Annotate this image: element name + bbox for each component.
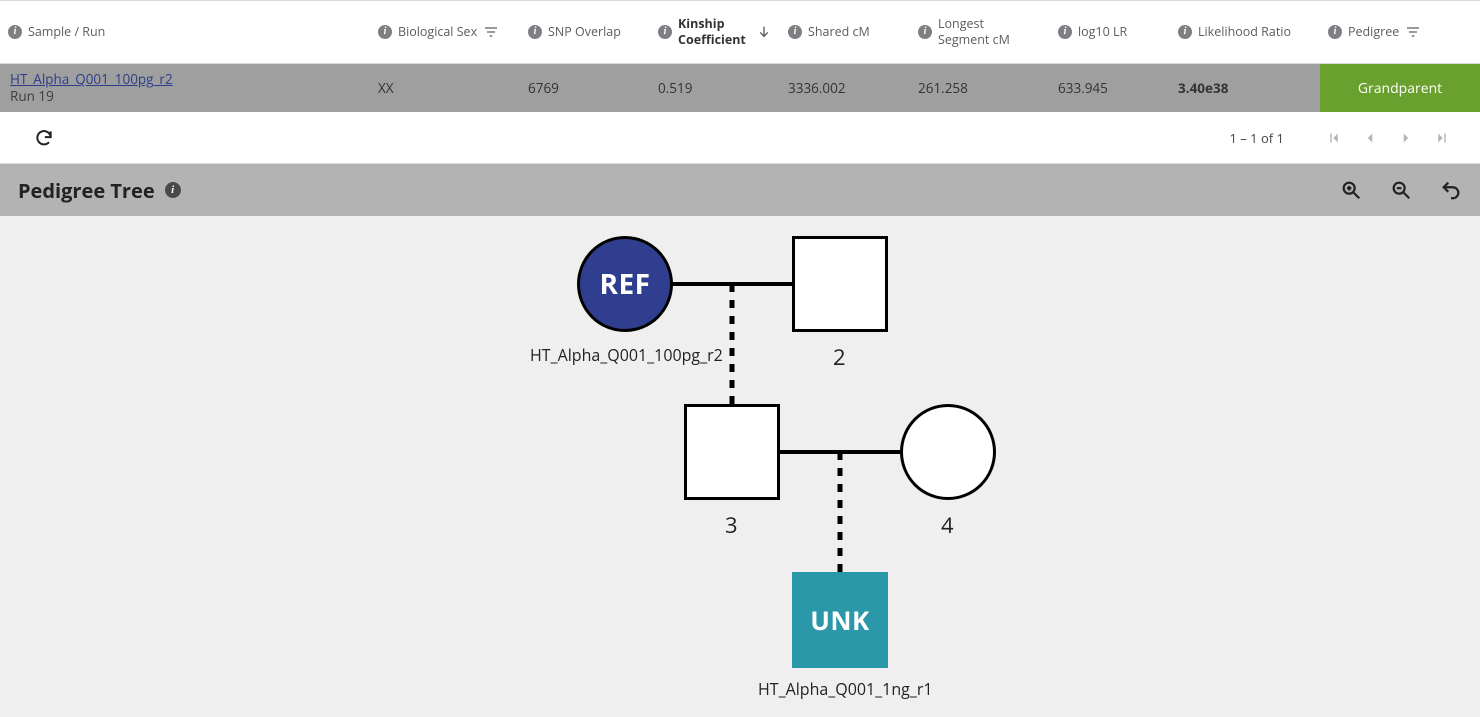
col-lr[interactable]: i Likelihood Ratio [1170, 24, 1320, 40]
node-ref-text: REF [599, 265, 650, 303]
cell-shared: 3336.002 [780, 79, 910, 97]
node-2[interactable] [792, 236, 888, 332]
page-next-icon[interactable] [1392, 124, 1420, 152]
info-icon: i [1178, 25, 1192, 39]
section-title: Pedigree Tree [18, 177, 155, 204]
col-label-sex: Biological Sex [398, 24, 477, 40]
undo-icon[interactable] [1440, 179, 1462, 201]
col-label-kinship: Kinship Coefficient [678, 16, 750, 47]
col-longest[interactable]: i Longest Segment cM [910, 16, 1050, 47]
page-prev-icon[interactable] [1356, 124, 1384, 152]
page-last-icon[interactable] [1428, 124, 1456, 152]
col-label-lr: Likelihood Ratio [1198, 24, 1291, 40]
node-3-label: 3 [725, 510, 738, 540]
col-kinship[interactable]: i Kinship Coefficient [650, 16, 780, 47]
col-sex[interactable]: i Biological Sex [370, 24, 520, 40]
zoom-out-icon[interactable] [1390, 179, 1412, 201]
col-shared[interactable]: i Shared cM [780, 24, 910, 40]
pedigree-section-header: Pedigree Tree i [0, 164, 1480, 216]
page-first-icon[interactable] [1320, 124, 1348, 152]
info-icon: i [788, 25, 802, 39]
info-icon[interactable]: i [165, 182, 181, 198]
zoom-in-icon[interactable] [1340, 179, 1362, 201]
pagination-bar: 1 – 1 of 1 [0, 112, 1480, 164]
info-icon: i [1058, 25, 1072, 39]
col-label-snp: SNP Overlap [548, 24, 621, 40]
col-log10[interactable]: i log10 LR [1050, 24, 1170, 40]
cell-sex: XX [370, 79, 520, 97]
filter-icon[interactable] [1405, 24, 1421, 40]
info-icon: i [918, 25, 932, 39]
col-label-shared: Shared cM [808, 24, 870, 40]
node-ref-label: HT_Alpha_Q001_100pg_r2 [530, 344, 723, 366]
info-icon: i [8, 25, 22, 39]
refresh-icon[interactable] [34, 128, 54, 148]
node-2-label: 2 [833, 342, 846, 372]
sample-link[interactable]: HT_Alpha_Q001_100pg_r2 [10, 70, 173, 88]
info-icon: i [658, 25, 672, 39]
cell-snp: 6769 [520, 79, 650, 97]
col-pedigree[interactable]: i Pedigree [1320, 24, 1480, 40]
cell-longest: 261.258 [910, 79, 1050, 97]
arrow-down-icon[interactable] [756, 24, 772, 40]
node-4[interactable] [900, 404, 996, 500]
node-unk-text: UNK [810, 602, 870, 638]
col-label-pedigree: Pedigree [1348, 24, 1399, 40]
node-unk[interactable]: UNK [792, 572, 888, 668]
pedigree-badge: Grandparent [1320, 64, 1480, 112]
table-row[interactable]: HT_Alpha_Q001_100pg_r2 Run 19 XX 6769 0.… [0, 64, 1480, 112]
node-3[interactable] [684, 404, 780, 500]
info-icon: i [528, 25, 542, 39]
sample-run: Run 19 [10, 87, 54, 105]
col-label-longest: Longest Segment cM [938, 16, 1018, 47]
pedigree-canvas[interactable]: REF HT_Alpha_Q001_100pg_r2 2 3 4 UNK HT_… [0, 216, 1480, 717]
info-icon: i [378, 25, 392, 39]
col-snp[interactable]: i SNP Overlap [520, 24, 650, 40]
node-4-label: 4 [941, 510, 954, 540]
pagination-range: 1 – 1 of 1 [1229, 129, 1284, 147]
filter-icon[interactable] [483, 24, 499, 40]
table-header: i Sample / Run i Biological Sex i SNP Ov… [0, 0, 1480, 64]
cell-lr: 3.40e38 [1170, 79, 1320, 97]
col-label-log10: log10 LR [1078, 24, 1127, 40]
info-icon: i [1328, 25, 1342, 39]
cell-sample: HT_Alpha_Q001_100pg_r2 Run 19 [0, 71, 370, 105]
cell-log10: 633.945 [1050, 79, 1170, 97]
section-tools [1340, 179, 1462, 201]
col-sample[interactable]: i Sample / Run [0, 24, 370, 40]
node-unk-label: HT_Alpha_Q001_1ng_r1 [758, 678, 933, 700]
col-label-sample: Sample / Run [28, 24, 105, 40]
cell-kinship: 0.519 [650, 79, 780, 97]
node-ref[interactable]: REF [577, 236, 673, 332]
